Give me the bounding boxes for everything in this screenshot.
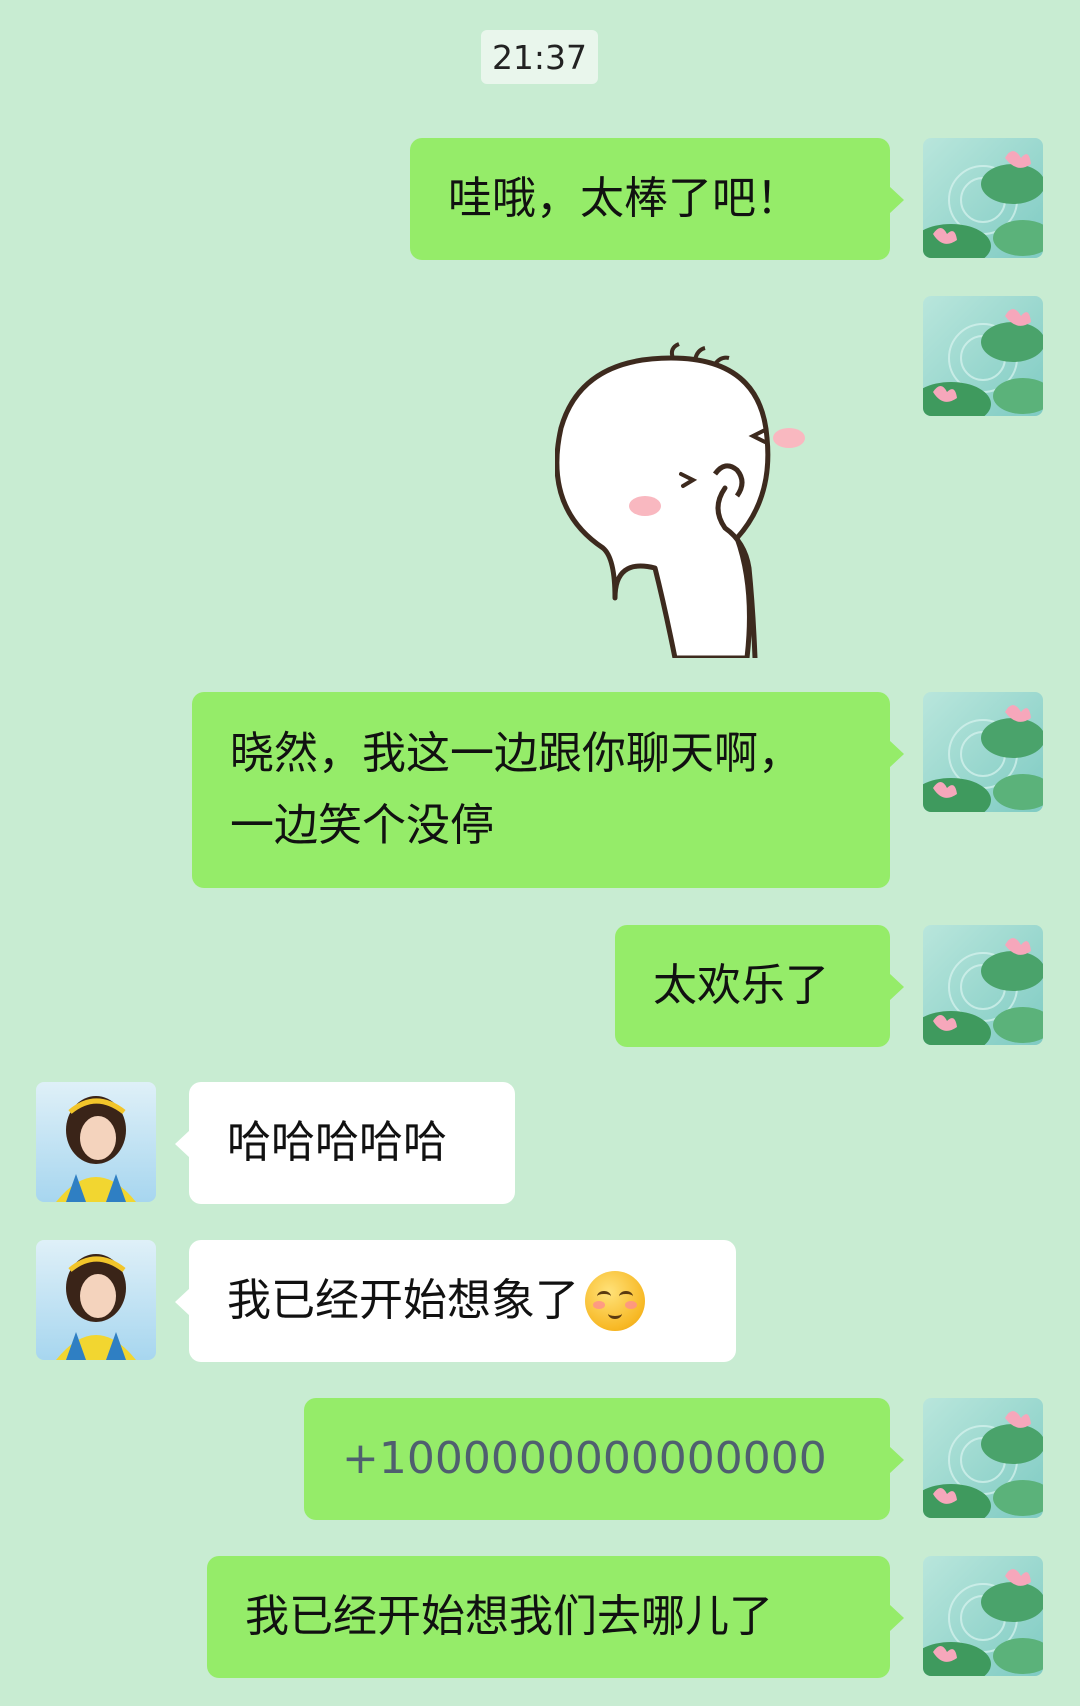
message-text-line: 一边笑个没停: [230, 800, 494, 851]
sent-message-bubble[interactable]: 哇哦，太棒了吧！: [410, 138, 904, 260]
shy-smile-emoji-icon: [585, 1271, 645, 1331]
shy-laughing-bun-sticker[interactable]: [554, 338, 845, 661]
message-text-line: 晓然，我这一边跟你聊天啊，: [230, 728, 802, 779]
lotus-pond-avatar-icon: [923, 692, 1043, 812]
friend-avatar[interactable]: [36, 1240, 156, 1360]
my-avatar[interactable]: [923, 1398, 1043, 1518]
message-text: 哇哦，太棒了吧！: [448, 173, 800, 224]
lotus-pond-avatar-icon: [923, 925, 1043, 1045]
message-text: +1000000000000000: [342, 1433, 827, 1484]
sent-message-bubble[interactable]: 我已经开始想我们去哪儿了: [207, 1556, 904, 1678]
my-avatar[interactable]: [923, 925, 1043, 1045]
my-avatar[interactable]: [923, 1556, 1043, 1676]
message-text: 我已经开始想象了: [227, 1275, 579, 1326]
received-message-bubble[interactable]: 哈哈哈哈哈: [175, 1082, 515, 1204]
girl-yellow-shirt-avatar-icon: [36, 1240, 156, 1360]
lotus-pond-avatar-icon: [923, 296, 1043, 416]
my-avatar[interactable]: [923, 138, 1043, 258]
chat-timestamp: 21:37: [481, 30, 598, 84]
girl-yellow-shirt-avatar-icon: [36, 1082, 156, 1202]
friend-avatar[interactable]: [36, 1082, 156, 1202]
sent-message-bubble[interactable]: 太欢乐了: [615, 925, 904, 1047]
lotus-pond-avatar-icon: [923, 1556, 1043, 1676]
lotus-pond-avatar-icon: [923, 1398, 1043, 1518]
lotus-pond-avatar-icon: [923, 138, 1043, 258]
message-text: 我已经开始想我们去哪儿了: [245, 1591, 773, 1642]
my-avatar[interactable]: [923, 296, 1043, 416]
received-message-bubble[interactable]: 我已经开始想象了: [175, 1240, 736, 1362]
message-text: 太欢乐了: [653, 960, 829, 1011]
sent-message-bubble[interactable]: +1000000000000000: [304, 1398, 904, 1520]
message-text: 哈哈哈哈哈: [227, 1117, 447, 1168]
my-avatar[interactable]: [923, 692, 1043, 812]
sent-message-bubble[interactable]: 晓然，我这一边跟你聊天啊， 一边笑个没停: [192, 692, 904, 888]
